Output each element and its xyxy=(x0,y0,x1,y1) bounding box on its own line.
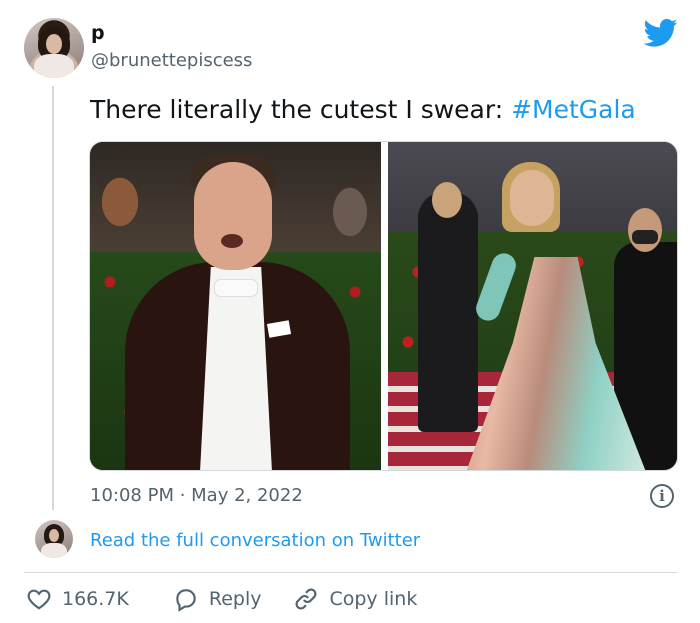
reply-avatar xyxy=(35,520,73,558)
reply-bubble-icon xyxy=(176,589,196,612)
tweet-body: There literally the cutest I swear: xyxy=(90,95,512,124)
reply-label: Reply xyxy=(208,588,262,610)
author-name[interactable]: p xyxy=(91,22,105,44)
link-icon xyxy=(296,588,317,610)
thread-line xyxy=(52,86,54,510)
like-count: 166.7K xyxy=(62,588,129,610)
author-handle[interactable]: @brunettepiscess xyxy=(91,50,252,71)
divider xyxy=(24,572,677,573)
photo-left[interactable] xyxy=(90,142,381,470)
hashtag-link[interactable]: #MetGala xyxy=(511,95,636,124)
tweet-card: p @brunettepiscess There literally the c… xyxy=(0,0,700,623)
read-conversation-link[interactable]: Read the full conversation on Twitter xyxy=(90,530,420,551)
like-button[interactable]: 166.7K xyxy=(26,586,129,612)
twitter-bird-icon[interactable] xyxy=(644,18,678,48)
reply-button[interactable]: Reply xyxy=(173,586,262,612)
heart-icon xyxy=(27,589,51,610)
copy-link-label: Copy link xyxy=(329,588,418,610)
info-icon[interactable]: i xyxy=(650,484,674,508)
tweet-timestamp[interactable]: 10:08 PM · May 2, 2022 xyxy=(90,485,303,506)
tweet-media[interactable] xyxy=(89,141,678,471)
author-avatar[interactable] xyxy=(24,18,84,78)
action-bar: 166.7K Reply Copy link xyxy=(26,586,449,612)
tweet-text: There literally the cutest I swear: #Met… xyxy=(90,95,636,124)
photo-right[interactable] xyxy=(388,142,677,470)
copy-link-button[interactable]: Copy link xyxy=(293,586,417,612)
